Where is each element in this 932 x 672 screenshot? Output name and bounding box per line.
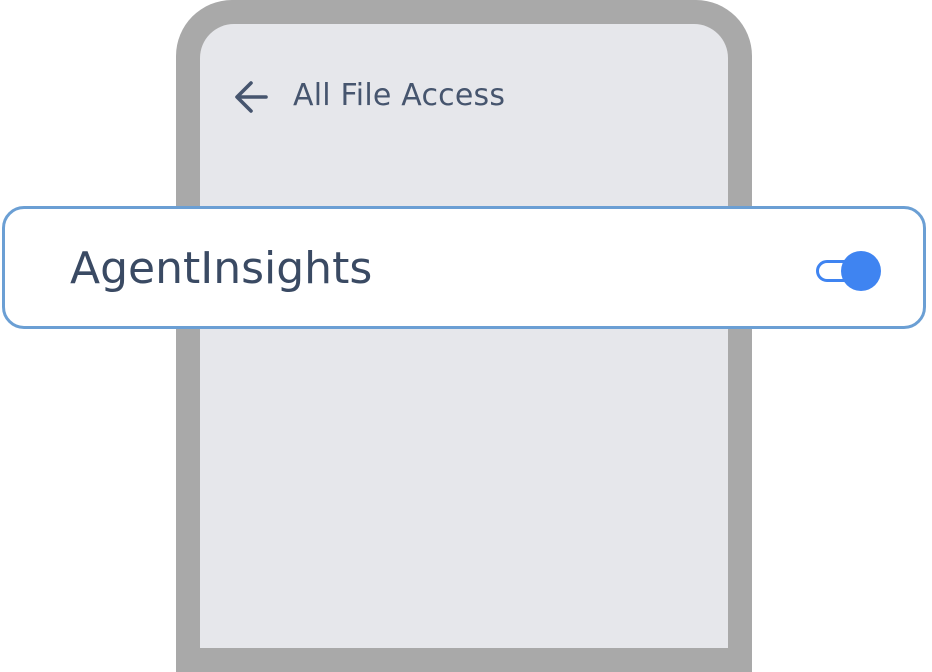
arrow-left-icon [235,81,268,113]
page-title: All File Access [293,78,506,113]
toggle-knob [841,251,881,291]
app-bar: All File Access [200,70,728,124]
back-button[interactable] [232,79,270,115]
app-name-label: AgentInsights [70,243,373,294]
canvas: All File Access AgentInsights [0,0,932,672]
all-file-access-toggle[interactable] [812,251,881,291]
app-permission-row[interactable]: AgentInsights [2,206,926,329]
